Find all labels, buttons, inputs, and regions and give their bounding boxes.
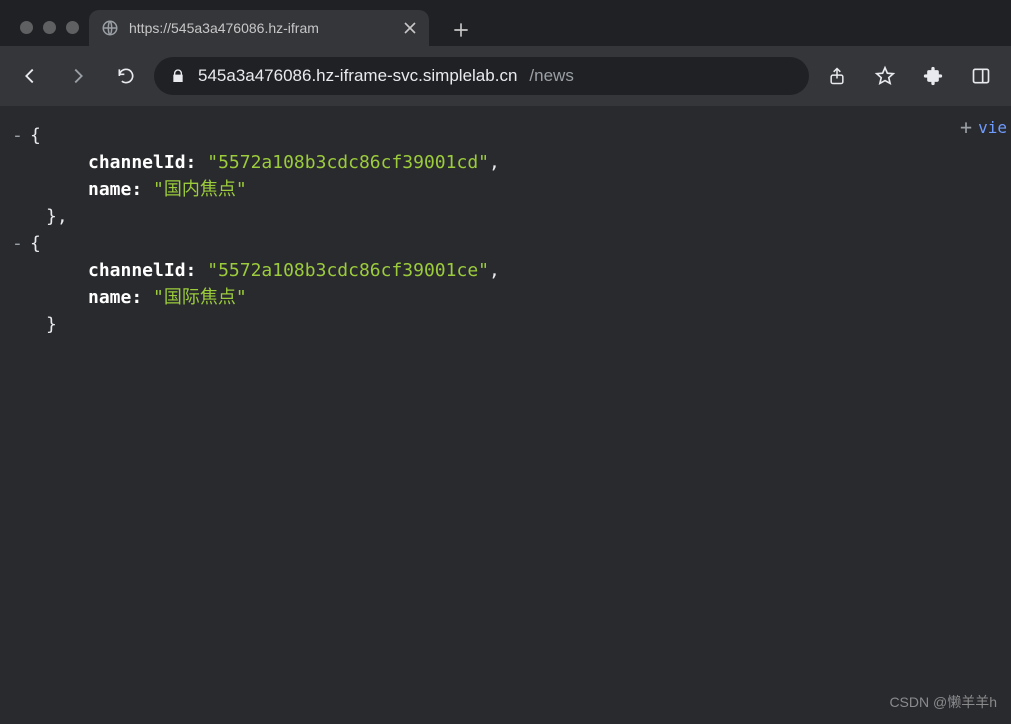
viewer-actions: + vie [960,114,1007,141]
json-string: "国际焦点" [153,284,247,311]
json-string: "国内焦点" [153,176,247,203]
reload-button[interactable] [106,56,146,96]
extensions-button[interactable] [913,56,953,96]
json-key: channelId [88,257,186,284]
collapse-toggle[interactable]: - [12,122,30,149]
colon: : [186,149,208,176]
watermark: CSDN @懒羊羊h [889,689,997,716]
brace-close: } [46,311,57,338]
url-path: /news [529,66,573,86]
json-viewer: + vie -{ channelId: "5572a108b3cdc86cf39… [0,106,1011,724]
browser-tab[interactable]: https://545a3a476086.hz-ifram [89,10,429,46]
brace-close: }, [46,203,68,230]
toolbar: 545a3a476086.hz-iframe-svc.simplelab.cn /… [0,46,1011,106]
back-button[interactable] [10,56,50,96]
forward-button[interactable] [58,56,98,96]
lock-icon [170,68,186,84]
panel-button[interactable] [961,56,1001,96]
colon: : [186,257,208,284]
view-source-link[interactable]: vie [978,114,1007,141]
url-host: 545a3a476086.hz-iframe-svc.simplelab.cn [198,66,517,86]
share-button[interactable] [817,56,857,96]
colon: : [131,284,153,311]
window-minimize-icon[interactable] [43,21,56,34]
collapse-toggle[interactable]: - [12,230,30,257]
comma: , [489,149,500,176]
json-key: name [88,284,131,311]
window-close-icon[interactable] [20,21,33,34]
address-bar[interactable]: 545a3a476086.hz-iframe-svc.simplelab.cn /… [154,57,809,95]
json-key: name [88,176,131,203]
window-controls [10,21,89,46]
new-tab-button[interactable] [443,20,479,40]
globe-icon [101,19,119,37]
expand-all-button[interactable]: + [960,114,972,141]
json-string: "5572a108b3cdc86cf39001cd" [207,149,489,176]
comma: , [489,257,500,284]
brace-open: { [30,122,41,149]
tab-bar: https://545a3a476086.hz-ifram [0,0,1011,46]
close-icon[interactable] [403,21,417,35]
tab-title: https://545a3a476086.hz-ifram [129,20,393,36]
brace-open: { [30,230,41,257]
bookmark-button[interactable] [865,56,905,96]
json-key: channelId [88,149,186,176]
window-maximize-icon[interactable] [66,21,79,34]
json-string: "5572a108b3cdc86cf39001ce" [207,257,489,284]
colon: : [131,176,153,203]
